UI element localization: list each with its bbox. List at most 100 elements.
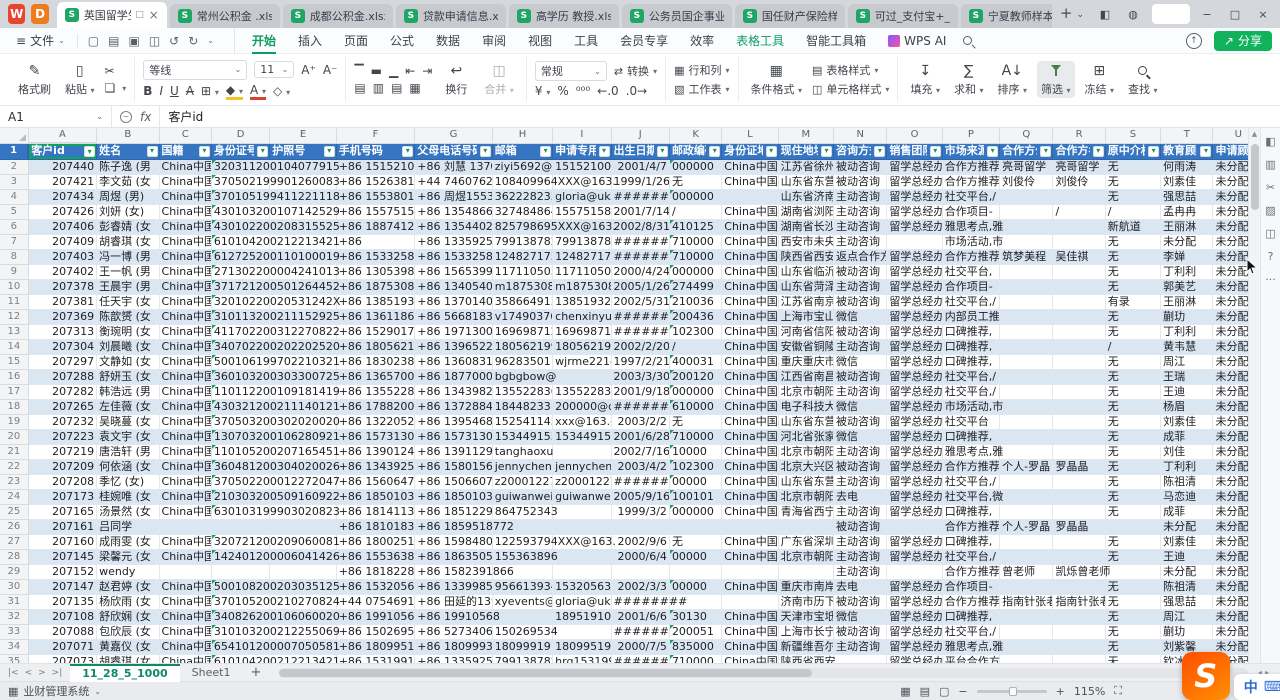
cell[interactable]: +86 15575158: [336, 204, 415, 219]
column-header-M[interactable]: M: [778, 128, 833, 143]
cell[interactable]: 799138782: [492, 654, 552, 663]
cell[interactable]: 陈祖清: [1161, 474, 1213, 489]
cell[interactable]: +86 1335925706: [415, 234, 493, 249]
cell[interactable]: China中国: [722, 249, 778, 264]
cell[interactable]: ########: [611, 249, 669, 264]
column-header-R[interactable]: R: [1053, 128, 1105, 143]
cell[interactable]: 无: [1105, 369, 1160, 384]
file-menu-button[interactable]: ≡ 文件 ⌄: [8, 32, 73, 49]
cell[interactable]: 2001/7/14: [611, 204, 669, 219]
cell[interactable]: 30130: [669, 609, 721, 624]
cell[interactable]: +86 1506607386: [415, 474, 493, 489]
cell[interactable]: 169698712: [492, 324, 552, 339]
cell[interactable]: ########: [611, 594, 669, 609]
cell[interactable]: 835000: [669, 639, 721, 654]
cell[interactable]: 207147: [28, 579, 96, 594]
cell[interactable]: [887, 564, 942, 579]
cell[interactable]: 未分配: [1161, 234, 1213, 249]
cell[interactable]: 山东省临沂: [778, 264, 833, 279]
cell[interactable]: 无: [1105, 444, 1160, 459]
freeze-button[interactable]: ⊞ 冻结 ▾: [1081, 61, 1119, 98]
cell[interactable]: 上海市宝山: [778, 309, 833, 324]
cell[interactable]: [492, 609, 552, 624]
cell[interactable]: 无: [1105, 474, 1160, 489]
cell[interactable]: China中国: [722, 354, 778, 369]
cell[interactable]: 169698712: [553, 324, 611, 339]
cell[interactable]: 合作项目-: [942, 279, 999, 294]
row-header-17[interactable]: 17: [0, 384, 28, 399]
cell[interactable]: 370105199411221118: [211, 189, 269, 204]
cell[interactable]: ########: [611, 474, 669, 489]
cell[interactable]: +86 1343982452: [415, 384, 493, 399]
cell[interactable]: 陈歆赟 (女: [97, 309, 159, 324]
clear-format-button[interactable]: ◇ ▾: [273, 84, 290, 98]
zoom-out-icon[interactable]: −: [958, 685, 967, 698]
horizontal-scroll-thumb[interactable]: [279, 669, 812, 677]
cell[interactable]: 留学总经办: [887, 354, 942, 369]
cell[interactable]: 丁利利: [1161, 459, 1213, 474]
document-tab[interactable]: S常州公积金 .xlsx: [170, 4, 280, 28]
redo-icon[interactable]: ↻: [188, 34, 198, 48]
cell[interactable]: 何依涵 (女: [97, 459, 159, 474]
cell[interactable]: 主动咨询: [834, 444, 887, 459]
chevron-down-icon[interactable]: ⌄: [207, 36, 214, 45]
cell[interactable]: China中国: [159, 369, 211, 384]
cell[interactable]: China中国: [159, 489, 211, 504]
cell[interactable]: [1053, 309, 1105, 324]
cell-style-button[interactable]: ◫ 单元格样式 ▾: [812, 81, 889, 97]
new-document-tab-button[interactable]: +: [1060, 4, 1073, 22]
cell[interactable]: 2001/6/28: [611, 429, 669, 444]
cell[interactable]: 无: [669, 414, 721, 429]
cell[interactable]: 曾老师: [1000, 564, 1053, 579]
column-header-K[interactable]: K: [669, 128, 721, 143]
cell[interactable]: 207135: [28, 594, 96, 609]
filter-header-cell[interactable]: 教育顾问▾: [1161, 143, 1213, 159]
cell[interactable]: 无: [1105, 309, 1160, 324]
cell[interactable]: 留学总经办: [887, 639, 942, 654]
first-sheet-icon[interactable]: |<: [8, 668, 19, 678]
cell[interactable]: 微信: [834, 354, 887, 369]
cell[interactable]: China中国: [722, 309, 778, 324]
cell[interactable]: 370105200210270824: [211, 594, 269, 609]
cell[interactable]: +86 18182281: [336, 564, 415, 579]
cell[interactable]: 电子科技大: [778, 399, 833, 414]
cell[interactable]: 市场活动,市: [942, 234, 999, 249]
cell[interactable]: [1105, 519, 1160, 534]
cell[interactable]: 返点合作方: [834, 249, 887, 264]
cell[interactable]: 合作方推荐: [942, 249, 999, 264]
format-painter-button[interactable]: ✎ 格式刷: [14, 61, 55, 98]
cell[interactable]: 153449155: [492, 429, 552, 444]
cell[interactable]: guiwanwei: [492, 489, 552, 504]
cell[interactable]: 陕西省西安: [778, 654, 833, 663]
cell[interactable]: 社交平台,微: [942, 489, 999, 504]
cell[interactable]: 未分配: [1161, 519, 1213, 534]
filter-dropdown-button[interactable]: ▾: [599, 146, 610, 157]
cell[interactable]: 2002/2/20: [611, 339, 669, 354]
cell[interactable]: +86 1335925706: [415, 654, 493, 663]
cell[interactable]: 社交平台,/: [942, 189, 999, 204]
cell[interactable]: 山东省济南: [778, 189, 833, 204]
cell[interactable]: [1053, 609, 1105, 624]
last-sheet-icon[interactable]: >|: [52, 668, 63, 678]
cell[interactable]: 00000: [669, 549, 721, 564]
cell[interactable]: 360103200303300725: [211, 369, 269, 384]
fx-icon[interactable]: fx: [140, 110, 151, 124]
cell[interactable]: 刘晨曦 (女: [97, 339, 159, 354]
cell[interactable]: ########: [611, 189, 669, 204]
select-all-corner[interactable]: [0, 128, 28, 143]
cell[interactable]: 口碑推荐,: [942, 354, 999, 369]
cell[interactable]: 710000: [669, 429, 721, 444]
cell[interactable]: ziyi5692@: [492, 159, 552, 174]
cell[interactable]: 主动咨询: [834, 339, 887, 354]
cell[interactable]: [1053, 549, 1105, 564]
column-header-P[interactable]: P: [942, 128, 999, 143]
cell[interactable]: China中国: [722, 444, 778, 459]
cell[interactable]: 胡睿琪 (女: [97, 654, 159, 663]
cell[interactable]: +86 1391129694: [415, 444, 493, 459]
decrease-font-icon[interactable]: A⁻: [323, 63, 338, 77]
tab-smart-toolbox[interactable]: 智能工具箱: [795, 28, 877, 54]
cell[interactable]: China中国: [722, 294, 778, 309]
cell[interactable]: 310103200212255069: [211, 624, 269, 639]
cell[interactable]: China中国: [159, 384, 211, 399]
cell[interactable]: [1053, 429, 1105, 444]
